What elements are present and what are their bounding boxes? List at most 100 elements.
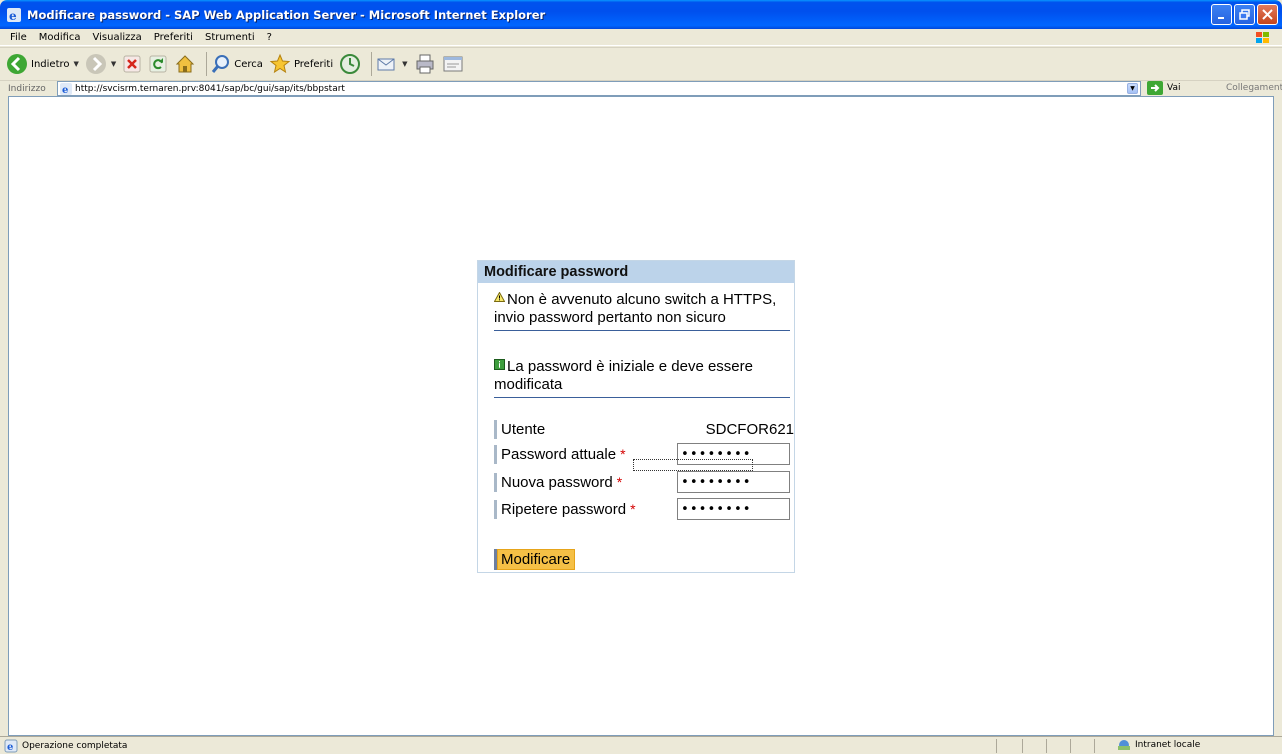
restore-icon <box>1239 9 1250 20</box>
home-icon <box>176 55 195 73</box>
info-icon <box>494 359 505 370</box>
home-button[interactable] <box>174 50 196 78</box>
toolbar: Indietro ▼ ▼ Cerca Preferiti ▼ <box>0 47 1282 81</box>
mail-icon <box>377 58 395 71</box>
links-button[interactable]: Collegamenti » <box>1226 83 1282 93</box>
zone-label: Intranet locale <box>1135 740 1201 750</box>
restore-button[interactable] <box>1234 4 1255 25</box>
back-button[interactable]: Indietro ▼ <box>6 50 79 78</box>
close-button[interactable] <box>1257 4 1278 25</box>
stop-icon <box>123 55 141 73</box>
svg-text:e: e <box>9 9 17 23</box>
chevron-down-icon[interactable]: ▼ <box>74 60 79 68</box>
chevron-down-icon[interactable]: ▼ <box>111 60 116 68</box>
field-marker <box>494 499 497 519</box>
minimize-button[interactable] <box>1211 4 1232 25</box>
menu-preferiti[interactable]: Preferiti <box>148 32 199 43</box>
menu-visualizza[interactable]: Visualizza <box>87 32 148 43</box>
form-title: Modificare password <box>484 264 629 280</box>
security-zone[interactable]: Intranet locale <box>1116 739 1200 751</box>
status-cell <box>1094 739 1095 753</box>
forward-arrow-icon <box>85 54 106 74</box>
favorites-label: Preferiti <box>293 58 334 70</box>
right-frame <box>1274 96 1282 736</box>
menu-strumenti[interactable]: Strumenti <box>199 32 261 43</box>
page-icon: e <box>60 82 72 95</box>
title-bar[interactable]: e Modificare password - SAP Web Applicat… <box>0 0 1282 29</box>
stop-button[interactable] <box>122 50 142 78</box>
menu-file[interactable]: File <box>4 32 33 43</box>
history-button[interactable] <box>339 50 361 78</box>
form-header: Modificare password <box>478 261 794 283</box>
user-label: Utente <box>501 420 546 438</box>
new-password-field[interactable]: •••••••• <box>677 471 790 493</box>
warning-text: Non è avvenuto alcuno switch a HTTPS, in… <box>494 291 777 326</box>
field-marker <box>494 419 497 439</box>
info-message: La password è iniziale e deve essere mod… <box>494 358 790 398</box>
print-button[interactable] <box>414 50 436 78</box>
favorites-button[interactable]: Preferiti <box>269 50 333 78</box>
windows-flag-icon <box>1256 32 1269 43</box>
required-marker: * <box>630 501 636 517</box>
print-icon <box>416 54 433 74</box>
repeat-password-field[interactable]: •••••••• <box>677 498 790 520</box>
address-url: http://svcisrm.ternaren.prv:8041/sap/bc/… <box>75 83 345 94</box>
user-value: SDCFOR621 <box>705 420 794 438</box>
focus-indicator <box>633 459 753 471</box>
chevron-down-icon[interactable]: ▼ <box>1127 83 1138 94</box>
forward-button[interactable]: ▼ <box>85 50 116 78</box>
current-password-row: Password attuale * <box>494 444 626 464</box>
close-icon <box>1262 9 1273 20</box>
required-marker: * <box>616 474 623 490</box>
status-cell <box>1022 739 1023 753</box>
internet-explorer-icon: e <box>7 7 21 23</box>
search-label: Cerca <box>234 58 263 70</box>
menu-modifica[interactable]: Modifica <box>33 32 87 43</box>
submit-label: Modificare <box>497 549 576 570</box>
toolbar-separator <box>371 52 373 76</box>
status-cell <box>1046 739 1047 753</box>
links-label: Collegamenti <box>1226 83 1282 93</box>
field-marker <box>494 472 497 492</box>
go-arrow-icon <box>1147 81 1163 95</box>
address-bar: Indirizzo e http://svcisrm.ternaren.prv:… <box>0 81 1282 96</box>
change-password-form: Modificare password Non è avvenuto alcun… <box>477 260 795 573</box>
go-label: Vai <box>1167 83 1181 93</box>
search-button[interactable]: Cerca <box>211 50 263 78</box>
new-password-label: Nuova password <box>501 473 613 491</box>
svg-text:e: e <box>7 742 13 753</box>
warning-icon <box>494 292 505 302</box>
status-cell <box>1070 739 1071 753</box>
history-icon <box>340 54 361 74</box>
menu-bar: File Modifica Visualizza Preferiti Strum… <box>0 29 1282 46</box>
page-done-icon: e <box>4 739 18 753</box>
status-cell <box>996 739 997 753</box>
status-bar: e Operazione completata Intranet locale <box>0 736 1282 754</box>
back-arrow-icon <box>7 54 27 74</box>
svg-text:e: e <box>62 85 68 95</box>
warning-message: Non è avvenuto alcuno switch a HTTPS, in… <box>494 291 790 331</box>
mail-button[interactable]: ▼ <box>376 50 408 78</box>
menu-help[interactable]: ? <box>261 32 278 43</box>
window-title: Modificare password - SAP Web Applicatio… <box>27 7 546 22</box>
go-button[interactable]: Vai <box>1147 81 1180 95</box>
refresh-button[interactable] <box>148 50 168 78</box>
chevron-down-icon[interactable]: ▼ <box>402 60 407 68</box>
submit-button[interactable]: Modificare <box>494 549 576 570</box>
edit-button[interactable] <box>442 50 464 78</box>
required-marker: * <box>620 446 626 462</box>
current-password-label: Password attuale <box>501 445 617 463</box>
user-row: Utente SDCFOR621 <box>494 419 794 439</box>
field-marker <box>494 444 497 464</box>
star-icon <box>269 53 291 74</box>
repeat-password-label: Ripetere password <box>501 500 627 518</box>
search-icon <box>212 55 230 73</box>
info-text: La password è iniziale e deve essere mod… <box>494 358 753 393</box>
intranet-icon <box>1118 740 1130 750</box>
left-frame <box>0 96 8 736</box>
back-label: Indietro <box>31 58 70 70</box>
address-input[interactable]: e http://svcisrm.ternaren.prv:8041/sap/b… <box>57 81 1141 96</box>
new-password-row: Nuova password * <box>494 472 622 492</box>
refresh-icon <box>149 55 167 73</box>
status-text: Operazione completata <box>22 740 128 751</box>
